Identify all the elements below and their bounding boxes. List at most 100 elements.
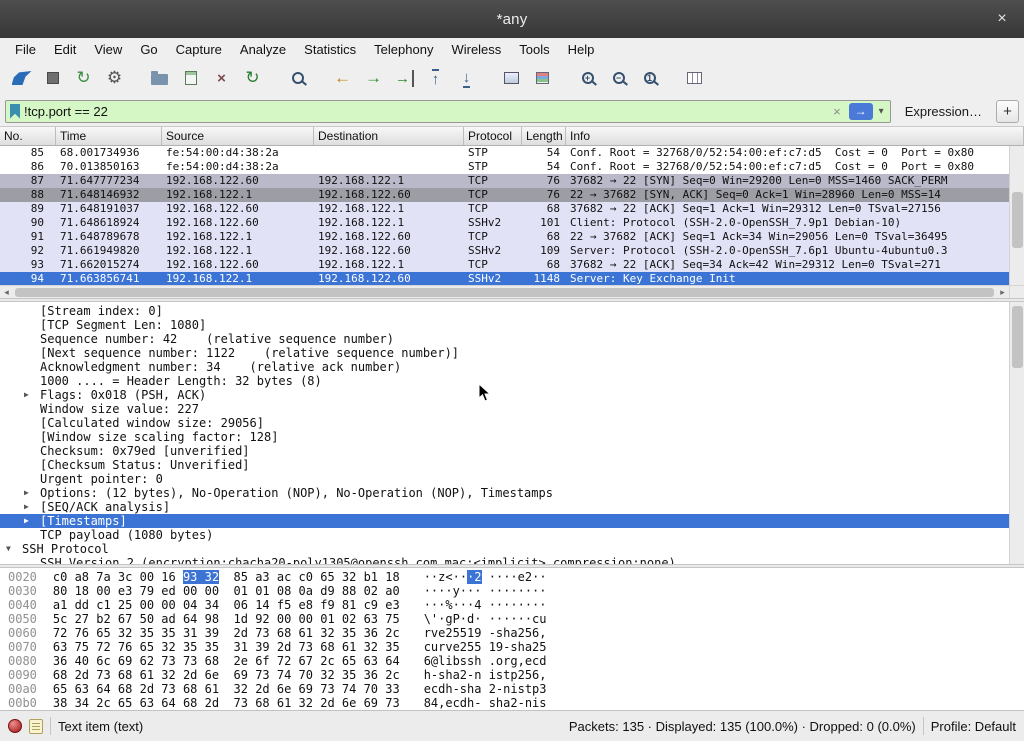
filter-clear-icon[interactable]: × xyxy=(829,104,845,119)
hex-row[interactable]: 00b038 34 2c 65 63 64 68 2d 73 68 61 32 … xyxy=(8,696,1024,710)
go-to-packet-button[interactable]: → xyxy=(389,64,420,92)
hscroll-left-icon[interactable]: ◂ xyxy=(0,287,13,298)
hex-bytes[interactable]: 72 76 65 32 35 35 31 39 2d 73 68 61 32 3… xyxy=(53,626,400,640)
filter-dropdown-icon[interactable]: ▾ xyxy=(877,106,886,117)
menu-view[interactable]: View xyxy=(85,40,131,59)
packet-row-94[interactable]: 9471.663856741192.168.122.1192.168.122.6… xyxy=(0,272,1009,286)
restart-capture-button[interactable]: ↻ xyxy=(68,64,99,92)
menu-telephony[interactable]: Telephony xyxy=(365,40,442,59)
detail-line[interactable]: 1000 .... = Header Length: 32 bytes (8) xyxy=(0,374,1009,388)
hex-row[interactable]: 008036 40 6c 69 62 73 73 68 2e 6f 72 67 … xyxy=(8,654,1024,668)
hex-ascii[interactable]: 6@libssh .org,ecd xyxy=(424,654,547,668)
expander-icon[interactable]: ▶ xyxy=(24,500,40,514)
capture-comment-icon[interactable] xyxy=(29,719,43,734)
packet-row-85[interactable]: 8568.001734936fe:54:00:d4:38:2aSTP54Conf… xyxy=(0,146,1009,160)
detail-line[interactable]: [TCP Segment Len: 1080] xyxy=(0,318,1009,332)
go-back-button[interactable]: ← xyxy=(327,64,358,92)
menu-help[interactable]: Help xyxy=(559,40,604,59)
hex-row[interactable]: 007063 75 72 76 65 32 35 35 31 39 2d 73 … xyxy=(8,640,1024,654)
column-header-no[interactable]: No. xyxy=(0,127,56,145)
open-capture-button[interactable] xyxy=(144,64,175,92)
detail-line[interactable]: Sequence number: 42 (relative sequence n… xyxy=(0,332,1009,346)
packet-list-vscrollbar-thumb[interactable] xyxy=(1012,192,1023,248)
detail-line[interactable]: ▼SSH Protocol xyxy=(0,542,1009,556)
details-vscrollbar[interactable] xyxy=(1009,302,1024,564)
zoom-original-button[interactable]: 1 xyxy=(634,64,665,92)
column-header-length[interactable]: Length xyxy=(522,127,566,145)
start-capture-button[interactable] xyxy=(6,64,37,92)
packet-row-86[interactable]: 8670.013850163fe:54:00:d4:38:2aSTP54Conf… xyxy=(0,160,1009,174)
packet-row-92[interactable]: 9271.661949820192.168.122.1192.168.122.6… xyxy=(0,244,1009,258)
detail-line[interactable]: ▶Options: (12 bytes), No-Operation (NOP)… xyxy=(0,486,1009,500)
hscroll-thumb[interactable] xyxy=(15,288,994,297)
details-vscrollbar-thumb[interactable] xyxy=(1012,306,1023,368)
hex-ascii[interactable]: ····y··· ········ xyxy=(424,584,547,598)
menu-analyze[interactable]: Analyze xyxy=(231,40,295,59)
menu-statistics[interactable]: Statistics xyxy=(295,40,365,59)
detail-line[interactable]: [Stream index: 0] xyxy=(0,304,1009,318)
reload-capture-button[interactable]: ↻ xyxy=(237,64,268,92)
filter-input[interactable] xyxy=(24,104,825,119)
menu-file[interactable]: File xyxy=(6,40,45,59)
filter-apply-button[interactable]: → xyxy=(849,103,873,120)
expander-icon[interactable]: ▶ xyxy=(24,388,40,402)
filter-add-button[interactable]: + xyxy=(996,100,1019,123)
resize-columns-button[interactable] xyxy=(679,64,710,92)
detail-line[interactable]: [Calculated window size: 29056] xyxy=(0,416,1009,430)
detail-line[interactable]: Urgent pointer: 0 xyxy=(0,472,1009,486)
find-packet-button[interactable] xyxy=(282,64,313,92)
detail-line[interactable]: Window size value: 227 xyxy=(0,402,1009,416)
hex-row[interactable]: 009068 2d 73 68 61 32 2d 6e 69 73 74 70 … xyxy=(8,668,1024,682)
detail-line[interactable]: TCP payload (1080 bytes) xyxy=(0,528,1009,542)
column-header-protocol[interactable]: Protocol xyxy=(464,127,522,145)
expander-icon[interactable]: ▶ xyxy=(24,486,40,500)
packet-list-vscrollbar[interactable] xyxy=(1009,146,1024,285)
go-forward-button[interactable]: → xyxy=(358,64,389,92)
colorize-button[interactable] xyxy=(527,64,558,92)
detail-line[interactable]: ▶[SEQ/ACK analysis] xyxy=(0,500,1009,514)
column-header-source[interactable]: Source xyxy=(162,127,314,145)
save-capture-button[interactable] xyxy=(175,64,206,92)
status-profile[interactable]: Profile: Default xyxy=(931,719,1016,734)
column-header-destination[interactable]: Destination xyxy=(314,127,464,145)
hex-row[interactable]: 0040a1 dd c1 25 00 00 04 34 06 14 f5 e8 … xyxy=(8,598,1024,612)
hex-bytes[interactable]: 65 63 64 68 2d 73 68 61 32 2d 6e 69 73 7… xyxy=(53,682,400,696)
detail-line[interactable]: [Next sequence number: 1122 (relative se… xyxy=(0,346,1009,360)
hex-ascii[interactable]: ···%···4 ········ xyxy=(424,598,547,612)
hex-bytes[interactable]: c0 a8 7a 3c 00 16 93 32 85 a3 ac c0 65 3… xyxy=(53,570,400,584)
hex-row[interactable]: 00505c 27 b2 67 50 ad 64 98 1d 92 00 00 … xyxy=(8,612,1024,626)
hex-bytes[interactable]: 38 34 2c 65 63 64 68 2d 73 68 61 32 2d 6… xyxy=(53,696,400,710)
menu-tools[interactable]: Tools xyxy=(510,40,558,59)
hex-row[interactable]: 003080 18 00 e3 79 ed 00 00 01 01 08 0a … xyxy=(8,584,1024,598)
hex-row[interactable]: 00a065 63 64 68 2d 73 68 61 32 2d 6e 69 … xyxy=(8,682,1024,696)
detail-line[interactable]: Acknowledgment number: 34 (relative ack … xyxy=(0,360,1009,374)
menu-go[interactable]: Go xyxy=(131,40,166,59)
go-last-button[interactable]: ↓ xyxy=(451,64,482,92)
packet-row-90[interactable]: 9071.648618924192.168.122.60192.168.122.… xyxy=(0,216,1009,230)
filter-bookmark-icon[interactable] xyxy=(10,104,20,119)
expert-info-icon[interactable] xyxy=(8,719,22,733)
hex-ascii[interactable]: h-sha2-n istp256, xyxy=(424,668,547,682)
expander-icon[interactable]: ▶ xyxy=(24,514,40,528)
hex-bytes[interactable]: 5c 27 b2 67 50 ad 64 98 1d 92 00 00 01 0… xyxy=(53,612,400,626)
hex-bytes[interactable]: 63 75 72 76 65 32 35 35 31 39 2d 73 68 6… xyxy=(53,640,400,654)
menu-edit[interactable]: Edit xyxy=(45,40,85,59)
hex-ascii[interactable]: rve25519 -sha256, xyxy=(424,626,547,640)
hex-ascii[interactable]: ··z<···2 ····e2·· xyxy=(424,570,547,584)
packet-row-87[interactable]: 8771.647777234192.168.122.60192.168.122.… xyxy=(0,174,1009,188)
hex-ascii[interactable]: curve255 19-sha25 xyxy=(424,640,547,654)
menu-capture[interactable]: Capture xyxy=(167,40,231,59)
detail-line[interactable]: ▶Flags: 0x018 (PSH, ACK) xyxy=(0,388,1009,402)
packet-row-89[interactable]: 8971.648191037192.168.122.60192.168.122.… xyxy=(0,202,1009,216)
zoom-in-button[interactable]: + xyxy=(572,64,603,92)
expander-icon[interactable]: ▼ xyxy=(6,542,22,556)
go-first-button[interactable]: ↑ xyxy=(420,64,451,92)
hex-row[interactable]: 0020c0 a8 7a 3c 00 16 93 32 85 a3 ac c0 … xyxy=(8,570,1024,584)
packet-row-88[interactable]: 8871.648146932192.168.122.1192.168.122.6… xyxy=(0,188,1009,202)
detail-line[interactable]: [Checksum Status: Unverified] xyxy=(0,458,1009,472)
detail-line[interactable]: [Window size scaling factor: 128] xyxy=(0,430,1009,444)
capture-options-button[interactable]: ⚙ xyxy=(99,64,130,92)
packet-row-91[interactable]: 9171.648789678192.168.122.1192.168.122.6… xyxy=(0,230,1009,244)
packet-row-93[interactable]: 9371.662015274192.168.122.60192.168.122.… xyxy=(0,258,1009,272)
column-header-info[interactable]: Info xyxy=(566,127,1024,145)
